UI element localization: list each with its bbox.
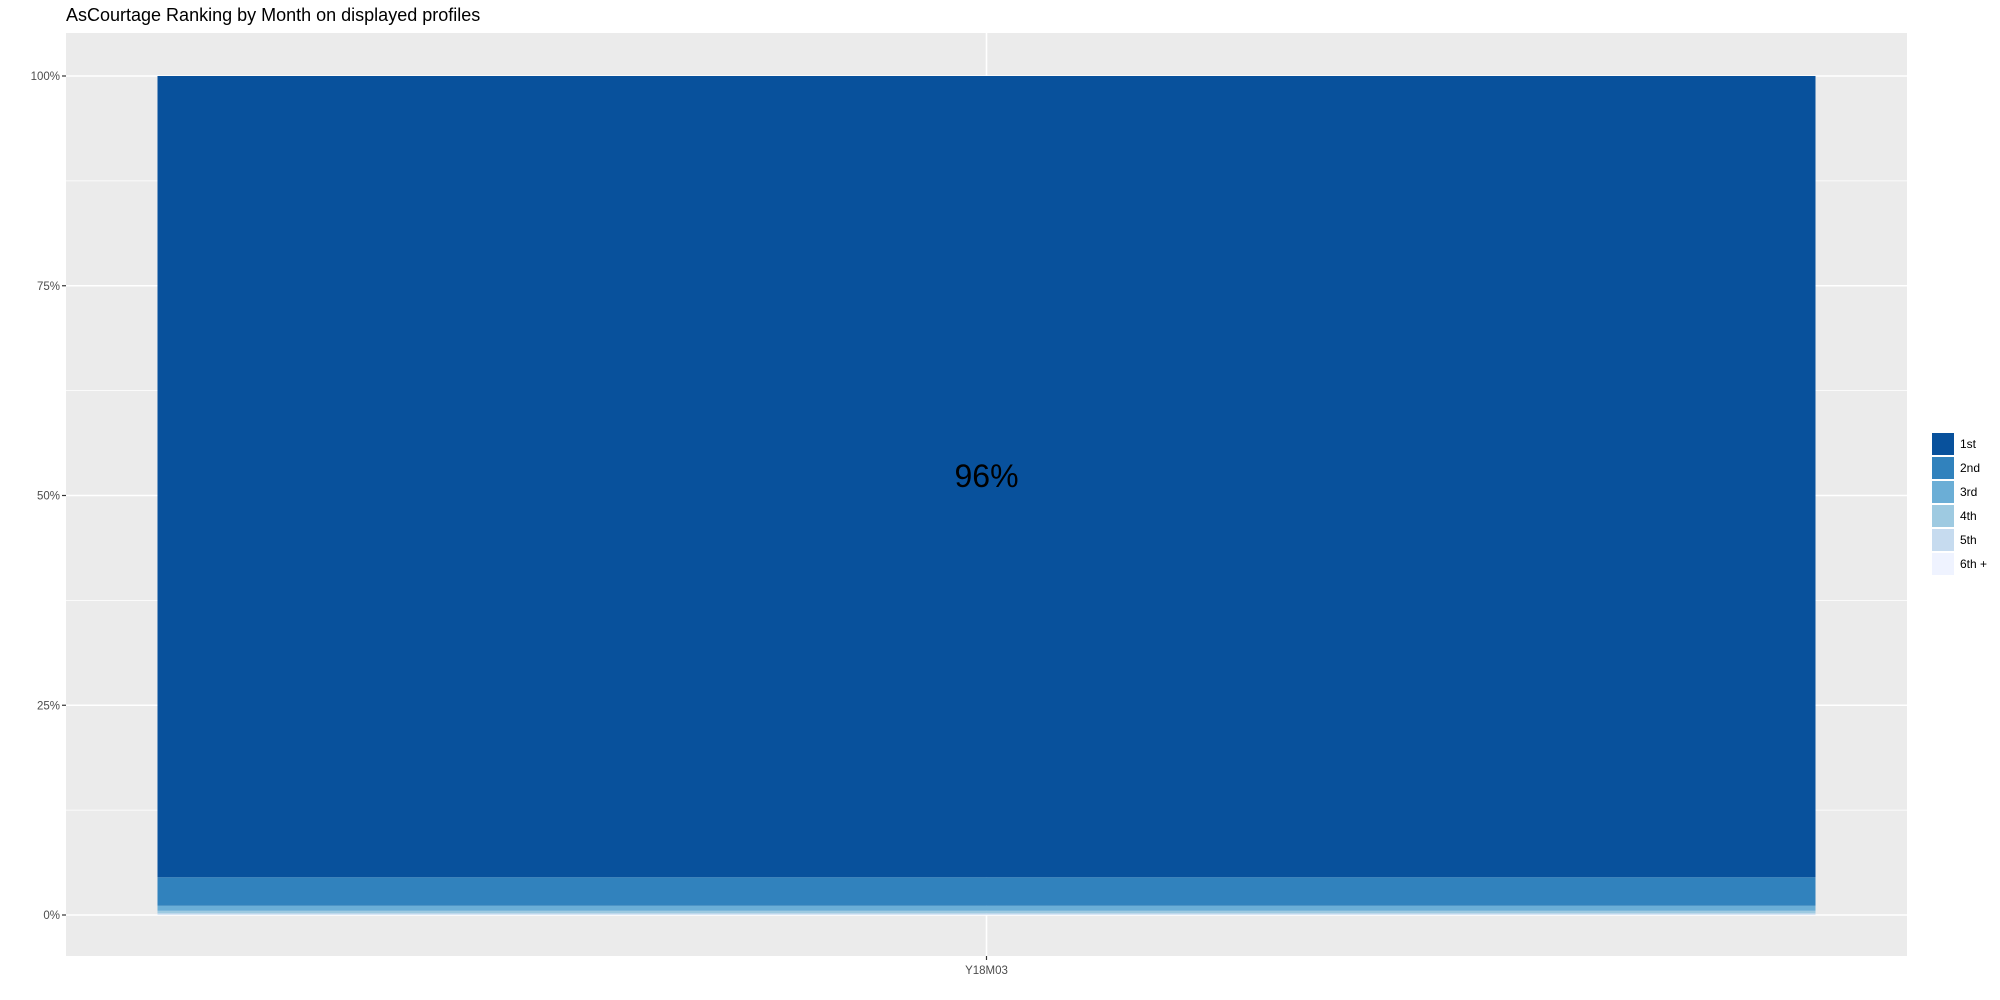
bar-segments: [157, 76, 1816, 915]
stacked-bar-chart: 96% 0% 25% 50% 75% 100% Y18M03 1st 2nd 3rd 4th 5…: [31, 33, 1987, 977]
y-axis: 0% 25% 50% 75% 100%: [31, 71, 66, 922]
legend-key: [1932, 505, 1954, 527]
bar-segment-5th: [157, 913, 1816, 915]
y-tick-label: 75%: [37, 281, 60, 293]
legend-label: 6th +: [1960, 557, 1987, 571]
legend-key: [1932, 553, 1954, 575]
legend-key: [1932, 481, 1954, 503]
x-axis: Y18M03: [965, 956, 1008, 977]
y-tick-label: 100%: [31, 71, 60, 83]
legend-label: 1st: [1960, 437, 1977, 451]
legend-label: 3rd: [1960, 485, 1977, 499]
legend-key: [1932, 457, 1954, 479]
y-tick-label: 50%: [37, 491, 60, 503]
x-tick-label: Y18M03: [965, 965, 1008, 977]
legend-label: 2nd: [1960, 461, 1980, 475]
legend-key: [1932, 529, 1954, 551]
legend-key: [1932, 433, 1954, 455]
bar-segment-4th: [157, 910, 1816, 914]
bar-segment-2nd: [157, 877, 1816, 906]
y-tick-label: 25%: [37, 700, 60, 712]
bar-segment-3rd: [157, 905, 1816, 911]
bar-annotations: 96%: [954, 458, 1018, 494]
y-tick-label: 0%: [43, 910, 60, 922]
legend: 1st 2nd 3rd 4th 5th 6th +: [1932, 433, 1987, 575]
legend-label: 5th: [1960, 533, 1977, 547]
legend-label: 4th: [1960, 509, 1977, 523]
data-label: 96%: [954, 458, 1018, 494]
